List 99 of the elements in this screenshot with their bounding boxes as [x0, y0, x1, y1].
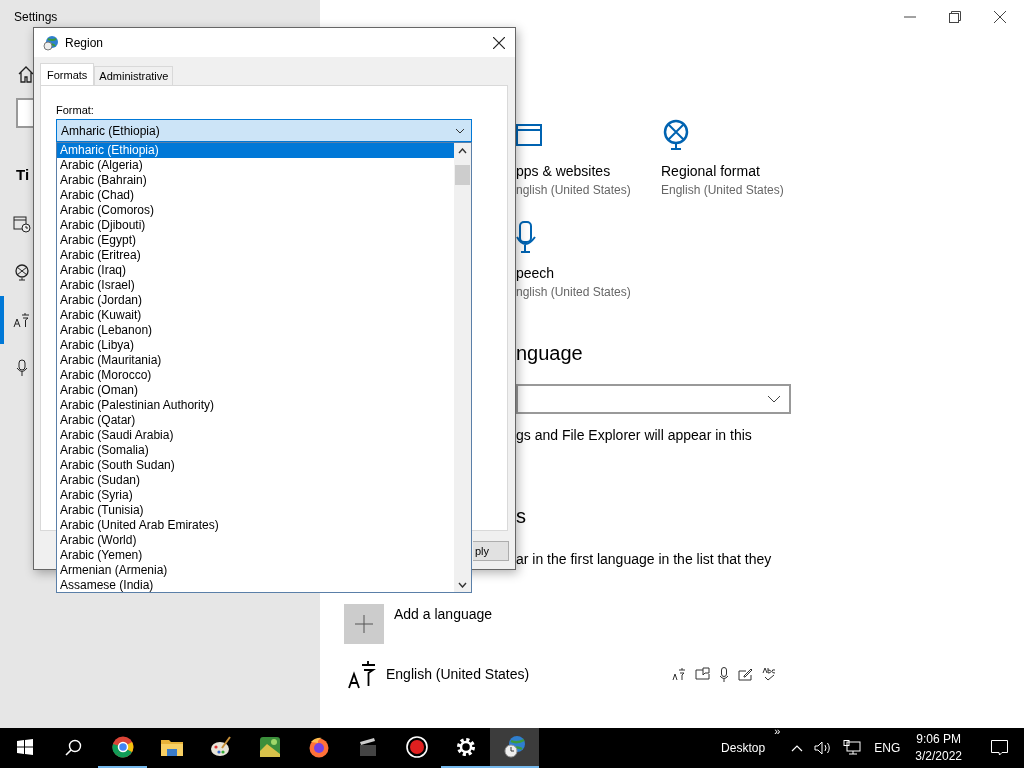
calendar-icon [13, 215, 31, 233]
list-option[interactable]: Arabic (Somalia) [57, 443, 454, 458]
chevron-up-icon[interactable] [791, 744, 804, 752]
search-icon [65, 738, 82, 756]
microphone-icon [516, 221, 538, 253]
list-option[interactable]: Arabic (Palestinian Authority) [57, 398, 454, 413]
desktop-label[interactable]: Desktop [721, 741, 766, 755]
clock[interactable]: 9:06 PM 3/2/2022 [915, 731, 962, 765]
close-icon[interactable] [493, 36, 505, 49]
list-option[interactable]: Arabic (South Sudan) [57, 458, 454, 473]
globe-icon [661, 119, 691, 151]
list-option[interactable]: Arabic (Kuwait) [57, 308, 454, 323]
list-option[interactable]: Assamese (India) [57, 578, 454, 593]
list-option[interactable]: Arabic (Israel) [57, 278, 454, 293]
microphone-icon [719, 666, 729, 682]
description-text: ar in the first language in the list that they [516, 550, 773, 568]
list-option[interactable]: Arabic (Qatar) [57, 413, 454, 428]
list-option[interactable]: Arabic (Algeria) [57, 158, 454, 173]
scroll-thumb[interactable] [455, 165, 470, 185]
list-option[interactable]: Arabic (Jordan) [57, 293, 454, 308]
globe-icon [43, 34, 59, 51]
clapperboard-icon [357, 737, 378, 757]
list-option[interactable]: Arabic (Djibouti) [57, 218, 454, 233]
list-option[interactable]: Arabic (Tunisia) [57, 503, 454, 518]
folder-icon [160, 738, 183, 756]
list-option[interactable]: Arabic (Yemen) [57, 548, 454, 563]
card-value: nglish (United States) [516, 285, 631, 300]
settings-card[interactable]: peech nglish (United States) [516, 221, 661, 300]
card-title: Regional format [661, 163, 760, 180]
list-option[interactable]: Arabic (Chad) [57, 188, 454, 203]
palette-icon [209, 736, 232, 758]
list-option[interactable]: Armenian (Armenia) [57, 563, 454, 578]
language-icon [348, 659, 376, 689]
time-text: 9:06 PM [916, 731, 961, 748]
list-option[interactable]: Arabic (Iraq) [57, 263, 454, 278]
card-value: nglish (United States) [516, 183, 631, 198]
language-icon [13, 311, 31, 329]
section-heading: s [516, 504, 527, 528]
plus-icon [355, 615, 373, 633]
section-heading: Ti [16, 166, 30, 183]
scrollbar[interactable] [454, 143, 471, 592]
description-text: gs and File Explorer will appear in this [516, 426, 753, 444]
card-value: English (United States) [661, 183, 784, 198]
apply-button[interactable]: ply [473, 541, 509, 561]
list-option[interactable]: Arabic (Eritrea) [57, 248, 454, 263]
card-title: pps & websites [516, 163, 611, 180]
list-option[interactable]: Arabic (Morocco) [57, 368, 454, 383]
list-option[interactable]: Amharic (Ethiopia) [57, 143, 454, 158]
firefox-icon [307, 736, 330, 758]
list-option[interactable]: Arabic (Libya) [57, 338, 454, 353]
format-dropdown[interactable]: Amharic (Ethiopia) [56, 119, 472, 142]
list-option[interactable]: Arabic (World) [57, 533, 454, 548]
list-option[interactable]: Arabic (Oman) [57, 383, 454, 398]
scroll-down-icon[interactable] [458, 582, 467, 588]
list-option[interactable]: Arabic (Egypt) [57, 233, 454, 248]
chevron-down-icon [767, 395, 781, 403]
settings-card[interactable]: Regional format English (United States) [661, 119, 811, 198]
input-language[interactable]: ENG [874, 741, 901, 755]
toolbar-expand[interactable]: » [774, 725, 781, 737]
image-app-icon [258, 736, 281, 758]
chevron-down-icon [455, 127, 465, 134]
dialog-title: Region [65, 35, 104, 50]
tab[interactable]: Formats [40, 63, 95, 85]
window-title: Settings [14, 10, 59, 24]
format-label: Format: [56, 104, 94, 116]
list-option[interactable]: Arabic (United Arab Emirates) [57, 518, 454, 533]
speech-bubble-icon [695, 667, 710, 681]
language-icon [672, 667, 686, 681]
date-text: 3/2/2022 [915, 748, 962, 765]
globe-icon [13, 263, 31, 281]
language-dropdown[interactable] [516, 384, 791, 414]
section-heading: nguage [516, 341, 584, 365]
restore-icon[interactable] [949, 11, 961, 23]
list-option[interactable]: Arabic (Mauritania) [57, 353, 454, 368]
language-name[interactable]: English (United States) [386, 666, 666, 682]
home-icon[interactable] [17, 66, 35, 83]
network-icon[interactable] [843, 740, 862, 756]
list-option[interactable]: Arabic (Saudi Arabia) [57, 428, 454, 443]
tab[interactable]: Administrative [94, 66, 174, 85]
speaker-icon[interactable] [814, 741, 833, 755]
settings-card[interactable]: pps & websites nglish (United States) [516, 119, 661, 198]
notification-icon[interactable] [991, 740, 1008, 756]
list-option[interactable]: Arabic (Bahrain) [57, 173, 454, 188]
list-option[interactable]: Arabic (Lebanon) [57, 323, 454, 338]
taskbar-button[interactable] [490, 728, 539, 768]
list-option[interactable]: Arabic (Sudan) [57, 473, 454, 488]
close-icon[interactable] [994, 11, 1006, 23]
record-icon [405, 736, 428, 758]
list-option[interactable]: Arabic (Syria) [57, 488, 454, 503]
card-title: peech [516, 265, 555, 282]
windows-icon [16, 739, 33, 755]
settings-icon [455, 737, 476, 757]
scroll-up-icon[interactable] [458, 148, 467, 154]
list-option[interactable]: Arabic (Comoros) [57, 203, 454, 218]
add-language-label[interactable]: Add a language [394, 606, 493, 622]
globe-clock-icon [502, 735, 527, 759]
spellcheck-icon [762, 666, 776, 682]
chrome-icon [111, 736, 134, 758]
pen-icon [738, 667, 753, 681]
